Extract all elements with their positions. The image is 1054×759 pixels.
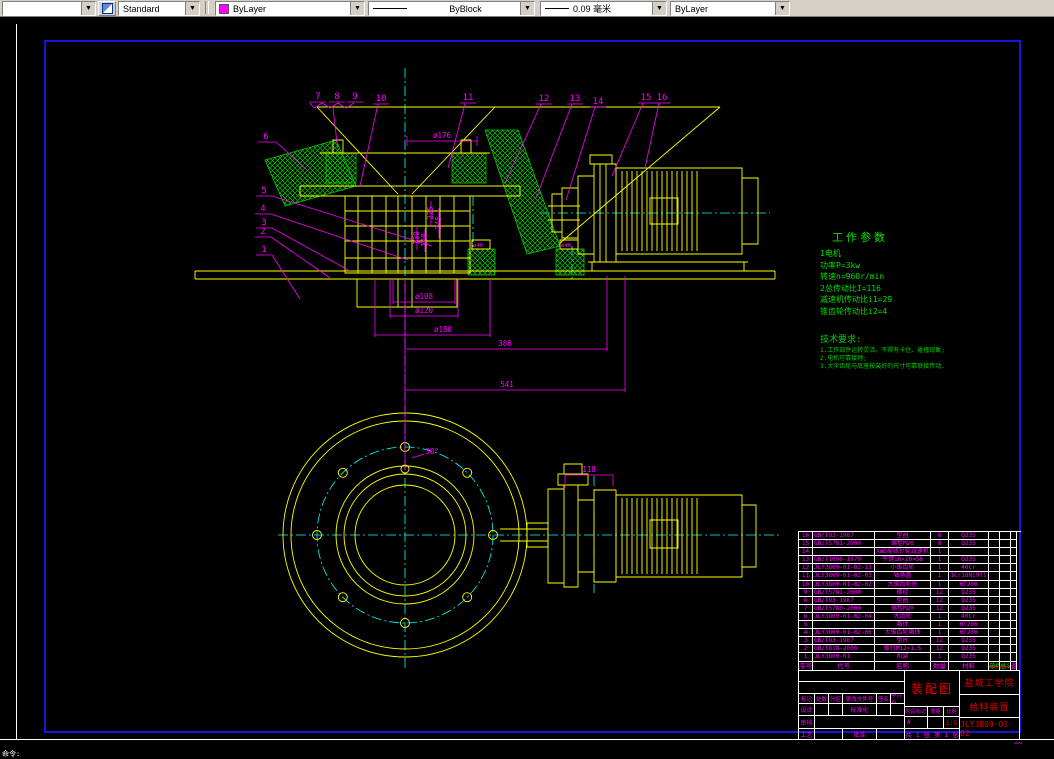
label-process: 工艺: [798, 728, 815, 740]
title-block: 标记 处数 分区 更改文件号 签名 年月日 设计 标准化 审核 工艺 批准 装配…: [798, 670, 1020, 740]
table-row: 16 GB/T93-1987 垫圈 8 Q235: [799, 532, 1021, 541]
parts-list-table: 16 GB/T93-1987 垫圈 8 Q235 15 GB/T5781-2000 螺…: [798, 531, 1021, 671]
organization-name: 盐城工学院: [959, 670, 1020, 695]
svg-text:12: 12: [539, 94, 550, 104]
drawing-canvas[interactable]: 7 8 9 10 11 12 13 14 15 16 6 5 4 3 2 1 ø…: [0, 16, 1054, 758]
linetype-combo[interactable]: ByBlock ▼: [368, 1, 535, 16]
lineweight-sample-icon: [545, 8, 569, 9]
table-row: 3 GB/T93-1987 垫片 12 Q235: [799, 637, 1021, 646]
table-row: 13 GB/T1096-1979 平键16×10×56 1 Q235: [799, 556, 1021, 565]
svg-text:1: 1: [261, 245, 266, 255]
svg-text:5: 5: [261, 186, 266, 196]
toolbar-separator: [205, 1, 209, 14]
svg-text:118: 118: [582, 465, 596, 474]
text-style-manager-button[interactable]: [98, 1, 116, 16]
working-parameters-title: 工作参数: [832, 231, 888, 244]
label-approve: 批准: [842, 728, 877, 740]
section-view-geometry: [194, 106, 776, 308]
table-row: 2 GB/T818-2000 螺钉M12×1.5 12 Q235: [799, 645, 1021, 654]
svg-text:9: 9: [352, 92, 357, 102]
svg-text:ø108: ø108: [415, 292, 434, 301]
svg-text:ø40: ø40: [473, 243, 483, 249]
technical-requirements-title: 技术要求:: [820, 335, 862, 345]
svg-text:140: 140: [420, 233, 429, 247]
table-row: 7 GB/T5780-2000 螺栓M20 12 Q235: [799, 604, 1021, 613]
technical-requirements: 技术要求: 1.工作部件运转灵活，不得有卡住、碰撞现象; 2.电机可靠接地; 3…: [820, 332, 945, 371]
svg-text:13: 13: [570, 94, 581, 104]
command-line[interactable]: 命令:: [2, 749, 20, 759]
table-row: 8 GB/T93-1987 垫圈 12 Q235: [799, 596, 1021, 605]
table-row: 14 XWD摆线针轮减速机 1: [799, 548, 1021, 557]
svg-text:14: 14: [593, 97, 604, 107]
dropdown-arrow-icon[interactable]: ▼: [520, 2, 534, 15]
svg-text:4: 4: [260, 204, 265, 214]
table-row: 5 箱体 1 HT200: [799, 621, 1021, 630]
table-row: 6 JLY3809-01-02-04 大齿轮 1 40Cr: [799, 612, 1021, 622]
color-swatch-icon: [219, 3, 229, 14]
dropdown-arrow-icon[interactable]: ▼: [81, 2, 95, 15]
svg-text:15: 15: [641, 93, 652, 103]
lineweight-combo[interactable]: 0.09 毫米 ▼: [540, 1, 667, 16]
plotstyle-combo[interactable]: ByLayer ▼: [670, 1, 790, 16]
svg-text:386: 386: [498, 339, 512, 348]
linetype-sample-icon: [373, 8, 407, 9]
svg-text:16: 16: [657, 93, 668, 103]
svg-text:ø180: ø180: [434, 325, 453, 334]
sheet-count: 共 1 张 第 1 张: [904, 728, 960, 740]
svg-text:11: 11: [463, 93, 474, 103]
table-row: 4 JLY3809-01-02-06 大锥齿轮箱体 1 HT200: [799, 629, 1021, 638]
color-combo[interactable]: ByLayer ▼: [215, 1, 365, 16]
table-row: 9 GB/T5781-2000 螺栓 12 Q235: [799, 588, 1021, 597]
dropdown-arrow-icon[interactable]: ▼: [185, 2, 199, 15]
parts-list-rows: 16 GB/T93-1987 垫圈 8 Q235 15 GB/T5781-2000 螺…: [799, 532, 1021, 662]
drawing-number: JLY3809-01-02: [959, 717, 1020, 740]
svg-text:ø40: ø40: [561, 243, 571, 249]
table-row: 15 GB/T5781-2000 螺栓M20 8 Q235: [799, 540, 1021, 549]
table-row: 1 JLY3809-01 机架 1 Q235: [799, 653, 1021, 662]
svg-text:7: 7: [315, 92, 320, 102]
svg-text:6: 6: [263, 132, 268, 142]
svg-text:30°: 30°: [425, 447, 439, 456]
label-check: 审核: [798, 715, 815, 729]
working-parameters: 工作参数 1电机 功率P=3kw 转速n=960r/min 2总传动比I=116…: [820, 231, 893, 316]
text-style-combo[interactable]: Standard ▼: [118, 1, 200, 16]
svg-text:ø120: ø120: [415, 306, 434, 315]
docked-combo[interactable]: ▼: [2, 1, 96, 16]
table-row: 11 JLY3809-01-02-03 轴承盖 1 1Cr18Ni9Ti: [799, 572, 1021, 581]
toolbar: ▼ Standard ▼ ByLayer ▼ ByBlock ▼ 0.09 毫米…: [0, 0, 1054, 17]
drawing-name: 装配图: [904, 670, 960, 707]
svg-text:10: 10: [376, 94, 387, 104]
svg-text:541: 541: [500, 380, 514, 389]
svg-text:2: 2: [260, 227, 265, 237]
table-row: 12 JLY3809-01-02-13 小锥齿轮 1 40Cr: [799, 564, 1021, 573]
svg-text:245: 245: [434, 216, 443, 230]
device-name: 给料装置: [959, 694, 1020, 718]
dropdown-arrow-icon[interactable]: ▼: [350, 2, 364, 15]
table-row: 10 JLY3809-01-02-02 大锥齿轮座 1 HT200: [799, 580, 1021, 589]
section-hatching: [264, 129, 585, 276]
dropdown-arrow-icon[interactable]: ▼: [652, 2, 666, 15]
svg-text:ø176: ø176: [433, 131, 452, 140]
svg-text:8: 8: [334, 92, 339, 102]
text-style-icon: [101, 3, 113, 14]
dropdown-arrow-icon[interactable]: ▼: [775, 2, 789, 15]
